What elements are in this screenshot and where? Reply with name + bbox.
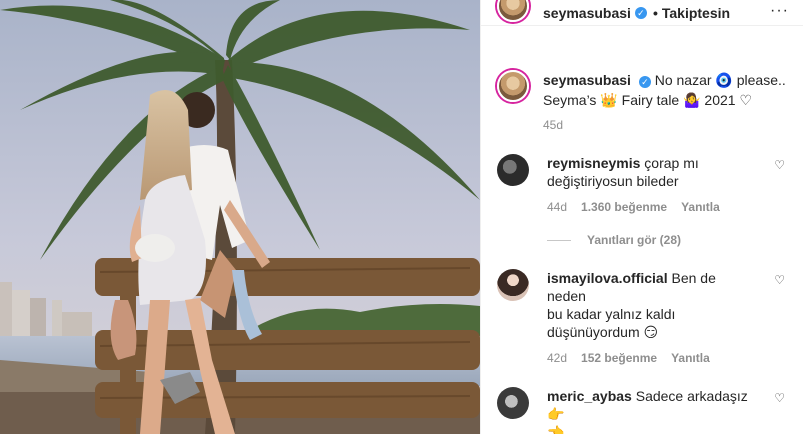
view-replies-label: Yanıtları gör (28) — [587, 233, 682, 247]
view-replies-button[interactable]: Yanıtları gör (28) — [547, 233, 803, 247]
comment-likes[interactable]: 1.360 beğenme — [581, 200, 667, 214]
instagram-post: seymasubasi ✓ • Takiptesin ··· seymasuba… — [0, 0, 803, 434]
post-image — [0, 0, 480, 434]
verified-badge-icon: ✓ — [634, 6, 647, 19]
heart-outline-icon[interactable]: ♡ — [774, 158, 785, 172]
header-separator: • — [652, 4, 658, 21]
author-avatar[interactable] — [497, 0, 529, 22]
more-options-icon[interactable]: ··· — [770, 2, 789, 20]
comment-text-line-1: çorap mı — [644, 155, 699, 171]
post-side-panel: seymasubasi ✓ • Takiptesin ··· seymasuba… — [480, 0, 803, 434]
caption-username[interactable]: seymasubasi — [543, 72, 631, 88]
post-photo[interactable] — [0, 0, 480, 434]
comment: ismayilova.official Ben de neden bu kada… — [481, 269, 803, 341]
replies-divider — [547, 239, 571, 241]
caption-line-1: No nazar 🧿 please.. — [654, 72, 786, 88]
reply-button[interactable]: Yanıtla — [681, 200, 720, 214]
comment-avatar[interactable] — [497, 269, 529, 301]
comment-text-line-3: düşünüyordum 😏 — [547, 324, 659, 340]
comment-username[interactable]: ismayilova.official — [547, 270, 668, 286]
comment-text-line-2: bu kadar yalnız kaldı — [547, 306, 676, 322]
comment-text-line-2: 👈 — [547, 424, 565, 434]
comment-meta: 42d 152 beğenme Yanıtla — [547, 351, 803, 365]
comment: meric_aybas Sadece arkadaşız 👉 👈 ♡ — [481, 387, 803, 434]
comment-likes[interactable]: 152 beğenme — [581, 351, 657, 365]
post-caption: seymasubasi ✓ No nazar 🧿 please.. Seyma’… — [481, 26, 803, 110]
comment-avatar[interactable] — [497, 387, 529, 419]
post-header: seymasubasi ✓ • Takiptesin ··· — [481, 0, 803, 26]
comment-body: ismayilova.official Ben de neden bu kada… — [547, 269, 757, 341]
comment-username[interactable]: meric_aybas — [547, 388, 632, 404]
comment-username[interactable]: reymisneymis — [547, 155, 640, 171]
heart-outline-icon[interactable]: ♡ — [774, 273, 785, 287]
comment-meta: 44d 1.360 beğenme Yanıtla — [547, 200, 803, 214]
reply-button[interactable]: Yanıtla — [671, 351, 710, 365]
comment-time[interactable]: 44d — [547, 200, 567, 214]
follow-status[interactable]: Takiptesin — [662, 5, 730, 21]
comment-avatar[interactable] — [497, 154, 529, 186]
comment-body: meric_aybas Sadece arkadaşız 👉 👈 — [547, 387, 757, 434]
comment-text-line-2: değiştiriyosun bileder — [547, 173, 679, 189]
caption-line-2: Seyma’s 👑 Fairy tale 🤷‍♀️ 2021 ♡ — [543, 92, 753, 108]
author-username[interactable]: seymasubasi — [543, 5, 631, 21]
heart-outline-icon[interactable]: ♡ — [774, 391, 785, 405]
caption-text: seymasubasi ✓ No nazar 🧿 please.. Seyma’… — [543, 70, 786, 110]
caption-time[interactable]: 45d — [543, 118, 803, 132]
comment-body: reymisneymis çorap mı değiştiriyosun bil… — [547, 154, 757, 190]
comment-time[interactable]: 42d — [547, 351, 567, 365]
caption-author-avatar[interactable] — [497, 70, 529, 102]
comment: reymisneymis çorap mı değiştiriyosun bil… — [481, 154, 803, 190]
verified-badge-icon: ✓ — [638, 76, 651, 88]
